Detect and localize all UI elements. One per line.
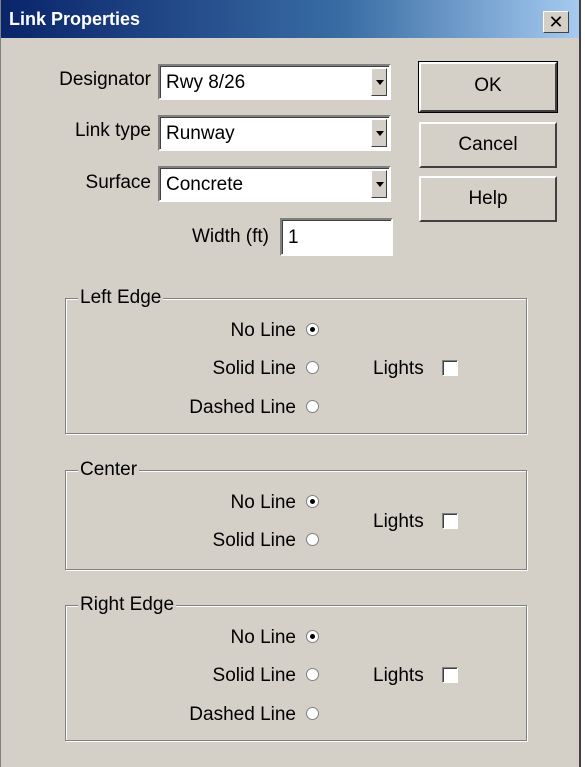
surface-dropdown-arrow-icon[interactable] [371, 170, 387, 198]
close-button[interactable]: ✕ [543, 11, 569, 33]
right-edge-title: Right Edge [78, 594, 177, 616]
right-edge-no-line-radio[interactable] [306, 630, 319, 643]
left-edge-dashed-line-radio[interactable] [306, 400, 319, 413]
center-lights-label: Lights [373, 511, 424, 532]
right-edge-solid-line-label: Solid Line [212, 665, 296, 686]
center-lights-checkbox[interactable] [442, 513, 458, 529]
ok-button[interactable]: OK [418, 61, 558, 113]
left-edge-dashed-line-label: Dashed Line [189, 397, 296, 418]
left-edge-no-line-radio[interactable] [306, 323, 319, 336]
close-icon: ✕ [548, 12, 564, 32]
width-input[interactable]: 1 [280, 218, 393, 256]
designator-label: Designator [59, 69, 151, 90]
right-edge-lights-checkbox[interactable] [442, 667, 458, 683]
surface-combo[interactable]: Concrete [158, 166, 391, 202]
help-button[interactable]: Help [419, 176, 557, 222]
right-edge-dashed-line-label: Dashed Line [189, 704, 296, 725]
center-solid-line-radio[interactable] [306, 533, 319, 546]
right-edge-dashed-line-radio[interactable] [306, 707, 319, 720]
width-value: 1 [288, 227, 299, 248]
link-properties-dialog: Link Properties ✕ Designator Rwy 8/26 Li… [0, 0, 581, 767]
right-edge-solid-line-radio[interactable] [306, 668, 319, 681]
link-type-value: Runway [166, 123, 235, 144]
link-type-label: Link type [74, 120, 151, 141]
center-no-line-radio[interactable] [306, 495, 319, 508]
designator-combo[interactable]: Rwy 8/26 [158, 64, 391, 100]
center-no-line-label: No Line [230, 492, 297, 513]
center-title: Center [78, 459, 140, 481]
title-bar[interactable]: Link Properties ✕ [1, 0, 579, 38]
width-label: Width (ft) [191, 226, 269, 247]
left-edge-no-line-label: No Line [230, 320, 297, 341]
surface-label: Surface [85, 172, 151, 193]
designator-dropdown-arrow-icon[interactable] [371, 68, 387, 96]
designator-value: Rwy 8/26 [166, 72, 246, 93]
center-solid-line-label: Solid Line [212, 530, 296, 551]
surface-value: Concrete [166, 174, 244, 195]
link-type-dropdown-arrow-icon[interactable] [371, 119, 387, 147]
left-edge-title: Left Edge [78, 287, 164, 309]
dialog-title: Link Properties [9, 9, 141, 29]
right-edge-lights-label: Lights [373, 665, 424, 686]
left-edge-solid-line-label: Solid Line [212, 358, 296, 379]
left-edge-solid-line-radio[interactable] [306, 361, 319, 374]
right-edge-no-line-label: No Line [230, 627, 297, 648]
link-type-combo[interactable]: Runway [158, 115, 391, 151]
cancel-button[interactable]: Cancel [419, 122, 557, 168]
left-edge-lights-label: Lights [373, 358, 424, 379]
left-edge-lights-checkbox[interactable] [442, 360, 458, 376]
